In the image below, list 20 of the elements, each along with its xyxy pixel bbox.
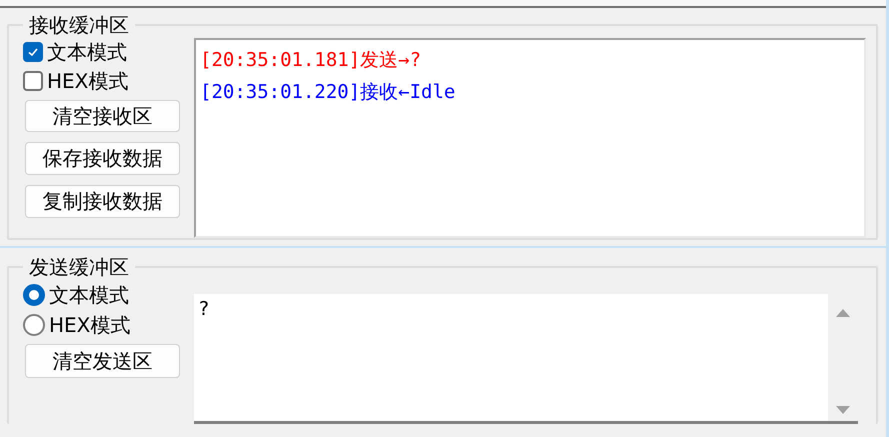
action-button[interactable]: 清空发送区 — [25, 344, 180, 378]
action-button[interactable]: 保存接收数据 — [25, 142, 180, 176]
checkbox[interactable] — [23, 71, 43, 92]
checkmark-icon — [27, 46, 39, 58]
action-button[interactable]: 清空接收区 — [25, 100, 180, 132]
group-title: 发送缓冲区 — [28, 256, 130, 278]
send-input-field[interactable]: ? — [194, 294, 828, 424]
radio-button[interactable] — [23, 284, 45, 306]
checkbox-label: 文本模式 — [47, 38, 127, 66]
radio-label: HEX模式 — [49, 312, 130, 338]
radio-label: 文本模式 — [49, 282, 129, 308]
checkbox-label: HEX模式 — [47, 68, 128, 95]
action-button[interactable]: 复制接收数据 — [25, 185, 180, 218]
radio-button[interactable] — [23, 314, 45, 336]
checkbox[interactable] — [23, 42, 43, 62]
log-line: [20:35:01.181]发送→? — [200, 48, 422, 73]
group-title: 接收缓冲区 — [28, 14, 130, 36]
log-line: [20:35:01.220]接收←Idle — [200, 80, 456, 105]
up-arrow-icon[interactable] — [835, 308, 851, 318]
down-arrow-icon[interactable] — [835, 405, 851, 415]
